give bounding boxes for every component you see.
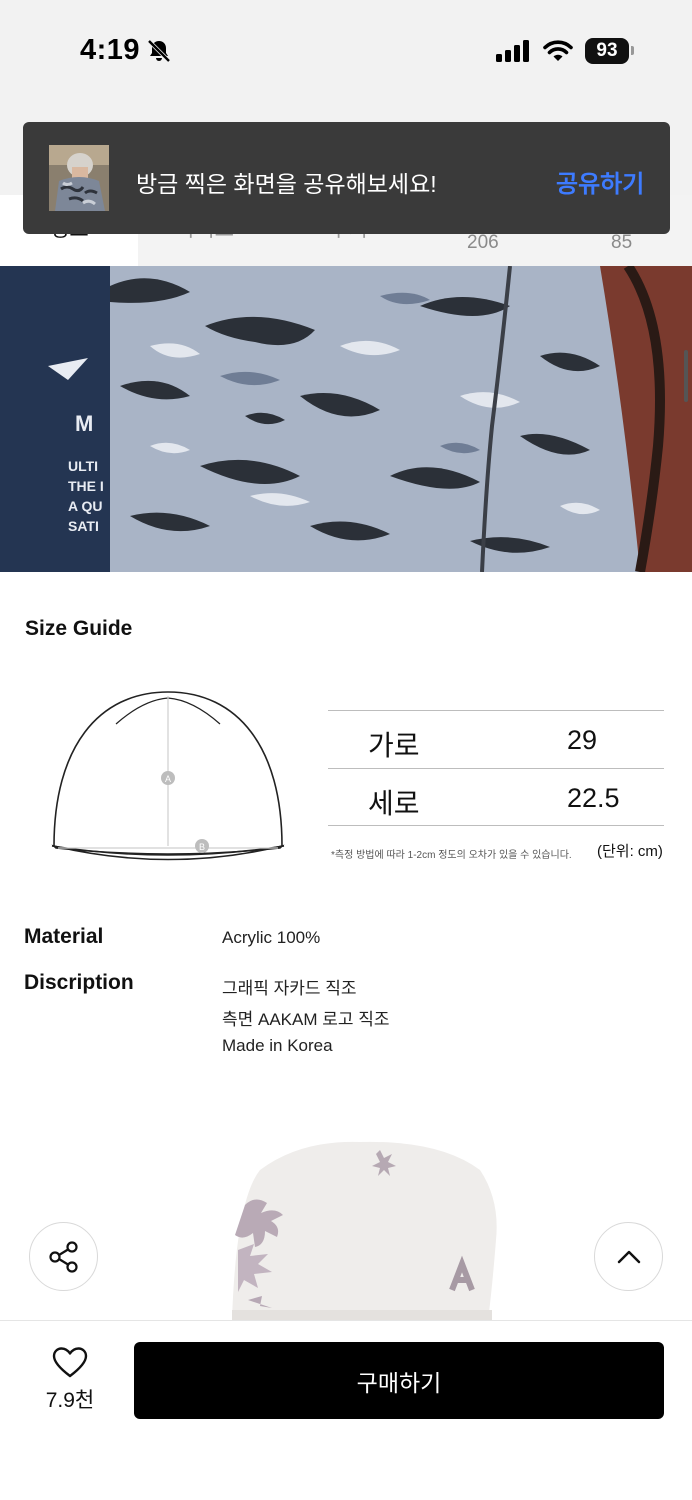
beanie-product-photo <box>0 1100 692 1320</box>
heart-icon[interactable] <box>52 1347 88 1379</box>
diagram-marker-a: A <box>165 774 171 784</box>
product-photo: M ULTI THE I A QU SATI <box>0 266 692 572</box>
bottom-action-bar: 7.9천 구매하기 <box>0 1320 692 1500</box>
material-label: Material <box>24 925 104 948</box>
diagram-marker-b: B <box>199 842 205 852</box>
qna-count: 85 <box>611 232 633 253</box>
size-label: 세로 <box>368 788 420 819</box>
page-scrollbar[interactable] <box>684 350 688 402</box>
wifi-icon <box>543 40 573 61</box>
buy-button[interactable]: 구매하기 <box>134 1342 664 1419</box>
size-table: 가로 29 세로 22.5 <box>328 710 664 826</box>
size-note: *측정 방법에 따라 1-2cm 정도의 오차가 있을 수 있습니다. <box>331 850 572 861</box>
material-value: Acrylic 100% <box>222 928 321 947</box>
size-guide-title: Size Guide <box>25 617 133 640</box>
toast-share-button[interactable]: 공유하기 <box>556 164 644 199</box>
status-time: 4:19 <box>80 34 141 66</box>
size-value: 29 <box>567 725 598 755</box>
shirt-logo-text: M <box>75 411 94 436</box>
toast-message: 방금 찍은 화면을 공유해보세요! <box>136 171 437 197</box>
size-row-height: 세로 22.5 <box>328 768 664 826</box>
screenshot-thumbnail[interactable] <box>49 145 109 211</box>
scroll-to-top-button[interactable] <box>594 1222 663 1291</box>
description-line: Made in Korea <box>222 1036 333 1055</box>
battery-level: 93 <box>585 38 629 64</box>
description-line: 측면 AAKAM 로고 직조 <box>222 1010 390 1029</box>
share-toast: 방금 찍은 화면을 공유해보세요! 공유하기 <box>23 122 670 234</box>
bell-slash-icon <box>147 39 171 63</box>
beanie-size-diagram: A B <box>51 691 285 861</box>
size-value: 22.5 <box>567 783 620 813</box>
size-label: 가로 <box>368 730 420 761</box>
camo-hoodie-image <box>0 266 692 572</box>
chevron-up-icon <box>617 1250 640 1263</box>
description-line: 그래픽 자카드 직조 <box>222 979 357 998</box>
review-count: 206 <box>467 232 499 253</box>
cellular-signal-icon <box>496 40 529 62</box>
share-icon <box>48 1240 78 1273</box>
size-unit: (단위: cm) <box>597 843 663 860</box>
like-count: 7.9천 <box>45 1389 95 1412</box>
share-button[interactable] <box>29 1222 98 1291</box>
size-row-width: 가로 29 <box>328 710 664 768</box>
shirt-print-text: ULTI THE I A QU SATI <box>68 458 104 534</box>
description-label: Discription <box>24 971 134 994</box>
battery-tip <box>631 46 634 55</box>
